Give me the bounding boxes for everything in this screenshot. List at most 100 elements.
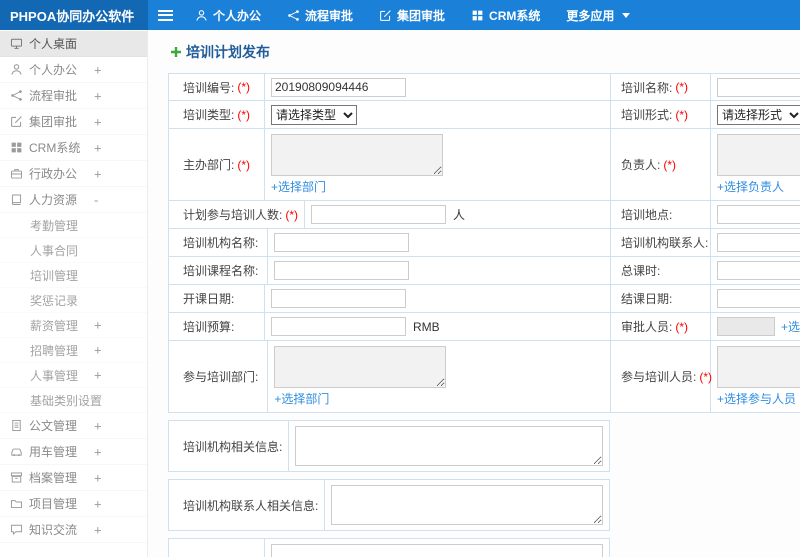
unit-suffix: 人 xyxy=(453,208,466,222)
nav-more-apps[interactable]: 更多应用 xyxy=(553,0,643,30)
sidebar-item-label: CRM系统 xyxy=(29,141,81,155)
sidebar-item-salary[interactable]: 薪资管理 + xyxy=(0,313,147,338)
form-row: 开课日期: 结课日期: xyxy=(168,285,800,313)
field-label: 参与培训部门: xyxy=(183,370,259,384)
sidebar-item-projects[interactable]: 项目管理 + xyxy=(0,491,147,517)
top-nav: 个人办公 流程审批 集团审批 CRM系统 更多应用 xyxy=(182,0,643,30)
training-requirements-textarea[interactable] xyxy=(271,544,603,557)
collapse-toggle[interactable]: - xyxy=(94,192,98,207)
sidebar-item-attendance[interactable]: 考勤管理 xyxy=(0,213,147,238)
sidebar-item-personnel[interactable]: 人事管理 + xyxy=(0,363,147,388)
edit-icon xyxy=(10,115,23,128)
expand-toggle[interactable]: + xyxy=(94,522,102,537)
sidebar-item-personal-office[interactable]: 个人办公 + xyxy=(0,57,147,83)
host-department-textarea[interactable] xyxy=(271,134,443,176)
org-info-textarea[interactable] xyxy=(295,426,603,466)
sidebar-item-workflow-approval[interactable]: 流程审批 + xyxy=(0,83,147,109)
sidebar-item-group-approval[interactable]: 集团审批 + xyxy=(0,109,147,135)
required-marker: (*) xyxy=(237,157,251,172)
budget-input[interactable] xyxy=(271,317,406,336)
sidebar-item-label: 人力资源 xyxy=(29,193,78,207)
expand-toggle[interactable]: + xyxy=(94,318,102,333)
nav-group-approval[interactable]: 集团审批 xyxy=(366,0,458,30)
field-label: 参与培训人员: xyxy=(621,370,697,384)
required-marker: (*) xyxy=(675,319,689,334)
nav-workflow-approval[interactable]: 流程审批 xyxy=(274,0,366,30)
expand-toggle[interactable]: + xyxy=(94,166,102,181)
sidebar-item-base-category[interactable]: 基础类别设置 xyxy=(0,388,147,413)
page-title-text: 培训计划发布 xyxy=(186,44,270,60)
sidebar-item-label: 集团审批 xyxy=(29,115,78,129)
sidebar-item-recruitment[interactable]: 招聘管理 + xyxy=(0,338,147,363)
training-number-input[interactable] xyxy=(271,77,406,97)
select-approver-link[interactable]: +选择审批人 xyxy=(781,318,800,335)
menu-icon[interactable] xyxy=(148,0,182,30)
sidebar-item-crm[interactable]: CRM系统 + xyxy=(0,135,147,161)
sidebar-item-documents[interactable]: 公文管理 + xyxy=(0,413,147,439)
org-name-input[interactable] xyxy=(274,233,410,252)
approver-input[interactable] xyxy=(717,317,775,336)
select-department-link[interactable]: +选择部门 xyxy=(271,178,326,195)
expand-toggle[interactable]: + xyxy=(94,368,102,383)
required-marker: (*) xyxy=(237,107,251,122)
expand-toggle[interactable]: + xyxy=(94,88,102,103)
caret-down-icon xyxy=(622,12,631,18)
sidebar-item-personal-desktop[interactable]: 个人桌面 xyxy=(0,31,147,57)
expand-toggle[interactable]: + xyxy=(94,114,102,129)
training-form-select[interactable]: 请选择形式 xyxy=(717,104,800,125)
sidebar-item-archives[interactable]: 档案管理 + xyxy=(0,465,147,491)
field-label: 开课日期: xyxy=(183,292,235,306)
nav-personal-office[interactable]: 个人办公 xyxy=(182,0,274,30)
expand-toggle[interactable]: + xyxy=(94,418,102,433)
end-date-input[interactable] xyxy=(717,289,800,308)
nav-label: 集团审批 xyxy=(397,8,446,23)
sidebar-item-hr-contract[interactable]: 人事合同 xyxy=(0,238,147,263)
participant-count-input[interactable] xyxy=(311,205,447,224)
form-row: 计划参与培训人数: (*) 人 培训地点: xyxy=(168,201,800,229)
field-label: 计划参与培训人数: xyxy=(183,208,283,222)
required-marker: (*) xyxy=(663,157,677,172)
user-icon xyxy=(195,9,208,22)
org-contact-info-textarea[interactable] xyxy=(331,485,603,525)
sidebar-item-label: 项目管理 xyxy=(29,497,78,511)
sidebar-item-label: 档案管理 xyxy=(29,471,78,485)
expand-toggle[interactable]: + xyxy=(94,140,102,155)
location-input[interactable] xyxy=(717,205,800,224)
form-row: 培训机构联系人相关信息: xyxy=(168,479,610,531)
field-label: 培训机构相关信息: xyxy=(183,439,283,454)
nav-label: 更多应用 xyxy=(566,8,615,23)
form-row: 参与培训部门: +选择部门 参与培训人员: (*) +选择参与人员 xyxy=(168,341,800,413)
org-contact-input[interactable] xyxy=(717,233,800,252)
course-name-input[interactable] xyxy=(274,261,410,280)
top-header: PHPOA协同办公软件 个人办公 流程审批 集团审批 CRM系统 更多应用 xyxy=(0,0,800,30)
expand-toggle[interactable]: + xyxy=(94,444,102,459)
nav-crm[interactable]: CRM系统 xyxy=(458,0,553,30)
sidebar-item-hr[interactable]: 人力资源 - xyxy=(0,187,147,213)
expand-toggle[interactable]: + xyxy=(94,62,102,77)
sidebar-item-admin-office[interactable]: 行政办公 + xyxy=(0,161,147,187)
participants-textarea[interactable] xyxy=(717,346,800,388)
expand-toggle[interactable]: + xyxy=(94,496,102,511)
sidebar-item-knowledge[interactable]: 知识交流 + xyxy=(0,517,147,543)
sidebar-item-training[interactable]: 培训管理 xyxy=(0,263,147,288)
training-type-select[interactable]: 请选择类型 xyxy=(271,104,357,125)
app-window: PHPOA协同办公软件 个人办公 流程审批 集团审批 CRM系统 更多应用 个人… xyxy=(0,0,800,557)
participating-departments-textarea[interactable] xyxy=(274,346,447,388)
leader-textarea[interactable] xyxy=(717,134,800,176)
sidebar-item-vehicle[interactable]: 用车管理 + xyxy=(0,439,147,465)
sidebar: 个人桌面 个人办公 + 流程审批 + 集团审批 + CRM系统 + 行政办公 +… xyxy=(0,30,148,557)
select-department-link[interactable]: +选择部门 xyxy=(274,390,329,407)
select-leader-link[interactable]: +选择负责人 xyxy=(717,178,784,195)
user-icon xyxy=(10,63,23,76)
field-label: 培训机构名称: xyxy=(183,236,259,250)
total-hours-input[interactable] xyxy=(717,261,800,280)
select-participants-link[interactable]: +选择参与人员 xyxy=(717,390,796,407)
sidebar-item-label: 个人办公 xyxy=(29,63,78,77)
nav-label: CRM系统 xyxy=(489,8,541,23)
training-name-input[interactable] xyxy=(717,77,800,97)
expand-toggle[interactable]: + xyxy=(94,343,102,358)
expand-toggle[interactable]: + xyxy=(94,470,102,485)
start-date-input[interactable] xyxy=(271,289,406,308)
briefcase-icon xyxy=(10,167,23,180)
sidebar-item-rewards[interactable]: 奖惩记录 xyxy=(0,288,147,313)
